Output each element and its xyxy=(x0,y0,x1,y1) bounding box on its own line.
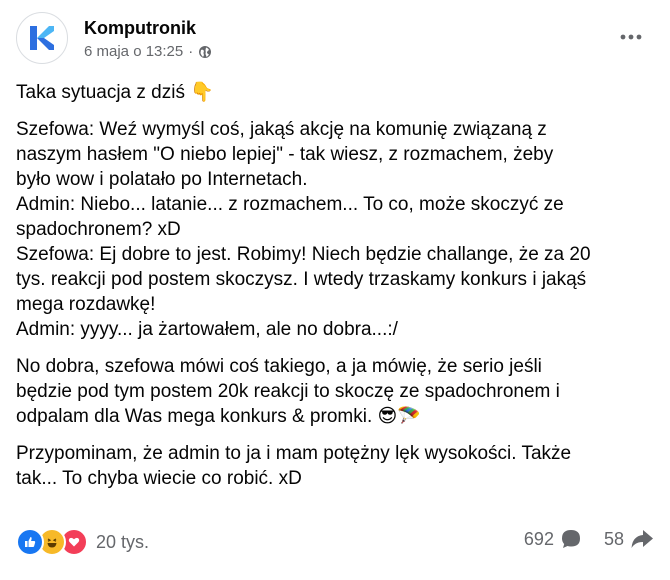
page-avatar[interactable] xyxy=(16,12,68,64)
text-line: było wow i polatało po Internetach. xyxy=(16,169,308,190)
like-icon xyxy=(16,528,44,556)
text-line: odpalam dla Was mega konkurs & promki. 😎… xyxy=(16,406,421,427)
comment-count: 692 xyxy=(523,528,554,549)
post-header: Komputronik 6 maja o 13:25 · xyxy=(16,12,654,64)
post-date[interactable]: 6 maja o 13:25 xyxy=(84,43,183,60)
text-line: Szefowa: Weź wymyśl coś, jakąś akcję na … xyxy=(16,119,547,140)
more-dots-icon xyxy=(620,34,642,40)
post-footer: 20 tys. 692 58 xyxy=(16,528,654,560)
text-line: Admin: Niebo... latanie... z rozmachem..… xyxy=(16,194,564,215)
post-text: Taka sytuacja z dziś 👇 Szefowa: Weź wymy… xyxy=(16,80,650,503)
comment-icon xyxy=(561,530,580,548)
paragraph: Przypominam, że admin to ja i mam potężn… xyxy=(16,441,650,491)
text-line: tak... To chyba wiecie co robić. xD xyxy=(16,468,302,489)
paragraph: Szefowa: Weź wymyśl coś, jakąś akcję na … xyxy=(16,117,650,342)
comments-stat[interactable]: 692 xyxy=(524,528,582,550)
shares-stat[interactable]: 58 xyxy=(604,528,654,550)
text-line: mega rozdawkę! xyxy=(16,294,156,315)
paragraph: No dobra, szefowa mówi coś takiego, a ja… xyxy=(16,354,650,429)
more-options-button[interactable] xyxy=(616,22,646,52)
komputronik-logo-icon xyxy=(30,26,54,50)
reaction-count[interactable]: 20 tys. xyxy=(96,532,149,553)
text-line: spadochronem? xD xyxy=(16,219,181,240)
page-name[interactable]: Komputronik xyxy=(84,18,196,39)
meta-separator: · xyxy=(188,43,194,60)
text-line: Admin: yyyy... ja żartowałem, ale no dob… xyxy=(16,319,398,340)
globe-icon xyxy=(199,45,212,58)
paragraph: Taka sytuacja z dziś 👇 xyxy=(16,80,650,105)
text-line: Szefowa: Ej dobre to jest. Robimy! Niech… xyxy=(16,244,591,265)
engagement-stats: 692 58 xyxy=(502,528,654,550)
text-line: tys. reakcji pod postem skoczysz. I wted… xyxy=(16,269,587,290)
facebook-post: Komputronik 6 maja o 13:25 · Taka sytuac… xyxy=(0,0,670,580)
text-line: Taka sytuacja z dziś 👇 xyxy=(16,82,214,103)
text-line: będzie pod tym postem 20k reakcji to sko… xyxy=(16,381,560,402)
post-meta: 6 maja o 13:25 · xyxy=(84,43,212,60)
text-line: Przypominam, że admin to ja i mam potężn… xyxy=(16,443,572,464)
text-line: naszym hasłem "O niebo lepiej" - tak wie… xyxy=(16,144,554,165)
share-count: 58 xyxy=(603,528,624,549)
share-icon xyxy=(631,530,653,548)
text-line: No dobra, szefowa mówi coś takiego, a ja… xyxy=(16,356,542,377)
reactions-summary[interactable]: 20 tys. xyxy=(16,528,149,556)
